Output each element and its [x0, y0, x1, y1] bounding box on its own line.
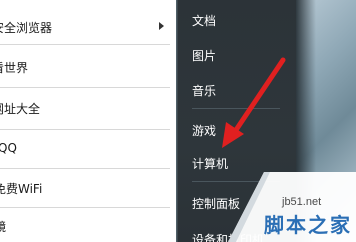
program-item-world[interactable]: 看世界: [0, 54, 170, 80]
program-label: QQ: [0, 141, 17, 155]
program-item-wifi[interactable]: 免费WiFi: [0, 175, 170, 201]
place-item-games[interactable]: 游戏: [186, 117, 282, 141]
place-label: 设备和打印机: [192, 233, 265, 242]
separator: [0, 207, 170, 208]
start-menu: 安全浏览器 看世界 网址大全 QQ 免费WiFi 镜 文档 图片 音乐: [0, 0, 356, 242]
place-item-pictures[interactable]: 图片: [186, 42, 282, 66]
place-item-computer[interactable]: 计算机: [186, 150, 282, 174]
program-label: 安全浏览器: [0, 21, 53, 35]
place-label: 游戏: [192, 124, 217, 138]
separator: [192, 181, 280, 182]
place-label: 控制面板: [192, 197, 241, 211]
separator: [0, 129, 170, 130]
programs-panel: 安全浏览器 看世界 网址大全 QQ 免费WiFi 镜: [0, 0, 176, 242]
program-item-browser[interactable]: 安全浏览器: [0, 14, 170, 40]
program-item-mirror[interactable]: 镜: [0, 213, 170, 239]
place-label: 计算机: [192, 157, 229, 171]
watermark-title: 脚本之家: [264, 213, 352, 237]
program-item-sites[interactable]: 网址大全: [0, 95, 170, 121]
program-label: 看世界: [0, 61, 29, 75]
separator: [0, 44, 170, 45]
place-label: 图片: [192, 49, 217, 63]
submenu-arrow-icon: [159, 22, 164, 30]
panel-divider: [176, 0, 178, 242]
separator: [0, 87, 170, 88]
place-item-documents[interactable]: 文档: [186, 7, 282, 31]
separator: [192, 108, 280, 109]
separator: [0, 168, 170, 169]
program-label: 网址大全: [0, 102, 41, 116]
program-item-qq[interactable]: QQ: [0, 136, 170, 162]
program-label: 免费WiFi: [0, 182, 43, 196]
watermark-domain: jb51.net: [282, 196, 322, 208]
place-label: 文档: [192, 14, 217, 28]
place-item-music[interactable]: 音乐: [186, 77, 282, 101]
program-label: 镜: [0, 220, 7, 234]
place-label: 音乐: [192, 84, 217, 98]
